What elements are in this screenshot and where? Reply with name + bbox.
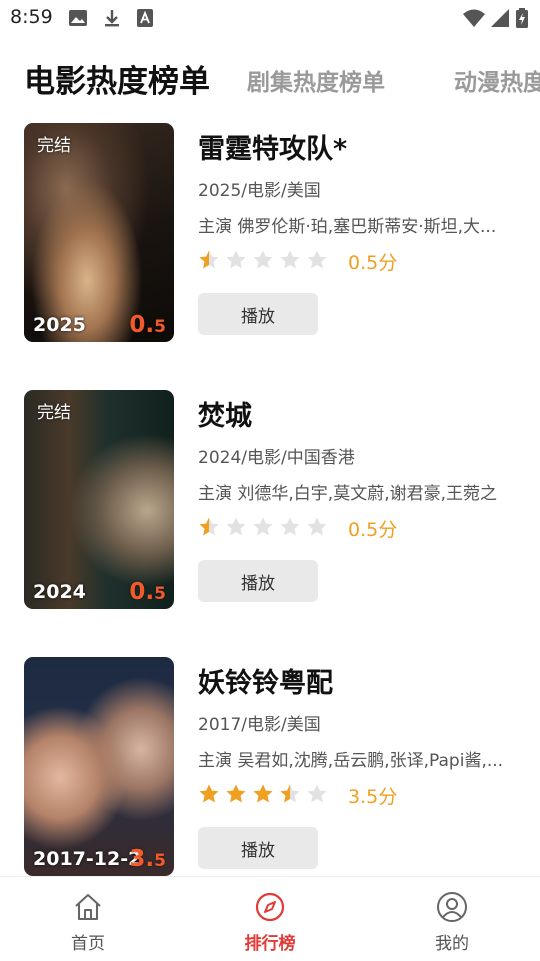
star-empty-icon [280, 250, 300, 269]
poster-year-label: 2017-12-2 [33, 848, 142, 870]
movie-card[interactable]: 完结 2024 0.5 焚城 2024/电影/中国香港 主演 刘德华,白宇,莫文… [0, 390, 540, 610]
movie-meta: 2024/电影/中国香港 [198, 448, 355, 468]
nav-label-home: 首页 [71, 934, 105, 954]
play-button[interactable]: 播放 [198, 827, 318, 869]
tab-movie-ranking[interactable]: 电影热度榜单 [24, 56, 210, 101]
tab-series-ranking[interactable]: 剧集热度榜单 [247, 63, 385, 97]
poster-score-label: 0.5 [129, 312, 166, 338]
star-filled-icon [226, 784, 246, 803]
star-filled-icon [199, 784, 219, 803]
battery-icon [516, 8, 528, 32]
rating-score-text: 0.5分 [348, 252, 398, 274]
movie-card[interactable]: 2017-12-2 3.5 妖铃铃粤配 2017/电影/美国 主演 吴君如,沈腾… [0, 657, 540, 877]
poster-score-label: 0.5 [129, 579, 166, 605]
movie-card[interactable]: 完结 2025 0.5 雷霆特攻队* 2025/电影/美国 主演 佛罗伦斯·珀,… [0, 123, 540, 343]
rating-score-text: 3.5分 [348, 786, 398, 808]
tab-anime-ranking[interactable]: 动漫热度 [454, 63, 540, 97]
image-notification-icon [68, 8, 88, 32]
star-half-icon [199, 250, 219, 269]
status-bar: 8:59 [0, 0, 540, 36]
poster-year-label: 2025 [33, 314, 86, 336]
profile-icon [437, 892, 467, 922]
star-empty-icon [307, 517, 327, 536]
star-filled-icon [253, 784, 273, 803]
status-time: 8:59 [10, 6, 53, 28]
app-notification-icon [136, 8, 154, 32]
poster-status-label: 完结 [37, 403, 71, 423]
star-empty-icon [307, 784, 327, 803]
download-notification-icon [102, 8, 122, 32]
wifi-icon [462, 8, 486, 32]
nav-item-ranking[interactable]: 排行榜 [210, 877, 330, 961]
star-empty-icon [226, 517, 246, 536]
nav-label-mine: 我的 [435, 934, 469, 954]
ranking-tabs: 电影热度榜单 剧集热度榜单 动漫热度 [0, 50, 540, 106]
movie-poster[interactable]: 完结 2024 0.5 [24, 390, 174, 609]
star-empty-icon [253, 517, 273, 536]
home-icon [75, 894, 101, 920]
movie-cast: 主演 吴君如,沈腾,岳云鹏,张译,Papi酱,... [198, 751, 504, 771]
bottom-nav: 首页 排行榜 我的 [0, 876, 540, 961]
movie-cast: 主演 佛罗伦斯·珀,塞巴斯蒂安·斯坦,大... [198, 217, 497, 237]
movie-meta: 2017/电影/美国 [198, 715, 321, 735]
movie-title[interactable]: 妖铃铃粤配 [198, 661, 333, 700]
star-half-icon [280, 784, 300, 803]
signal-icon [490, 8, 510, 32]
play-button[interactable]: 播放 [198, 560, 318, 602]
poster-status-label: 完结 [37, 136, 71, 156]
nav-item-mine[interactable]: 我的 [392, 877, 512, 961]
compass-icon [255, 892, 285, 922]
movie-title[interactable]: 雷霆特攻队* [198, 127, 347, 166]
star-empty-icon [226, 250, 246, 269]
nav-item-home[interactable]: 首页 [28, 877, 148, 961]
poster-image [24, 657, 174, 876]
poster-year-label: 2024 [33, 581, 86, 603]
poster-score-label: 3.5 [129, 846, 166, 872]
movie-poster[interactable]: 完结 2025 0.5 [24, 123, 174, 342]
movie-meta: 2025/电影/美国 [198, 181, 321, 201]
rating-score-text: 0.5分 [348, 519, 398, 541]
nav-label-ranking: 排行榜 [244, 934, 296, 954]
star-empty-icon [280, 517, 300, 536]
movie-title[interactable]: 焚城 [198, 394, 252, 433]
star-half-icon [199, 517, 219, 536]
star-empty-icon [307, 250, 327, 269]
play-button[interactable]: 播放 [198, 293, 318, 335]
star-empty-icon [253, 250, 273, 269]
movie-poster[interactable]: 2017-12-2 3.5 [24, 657, 174, 876]
movie-cast: 主演 刘德华,白宇,莫文蔚,谢君豪,王菀之 [198, 484, 498, 504]
